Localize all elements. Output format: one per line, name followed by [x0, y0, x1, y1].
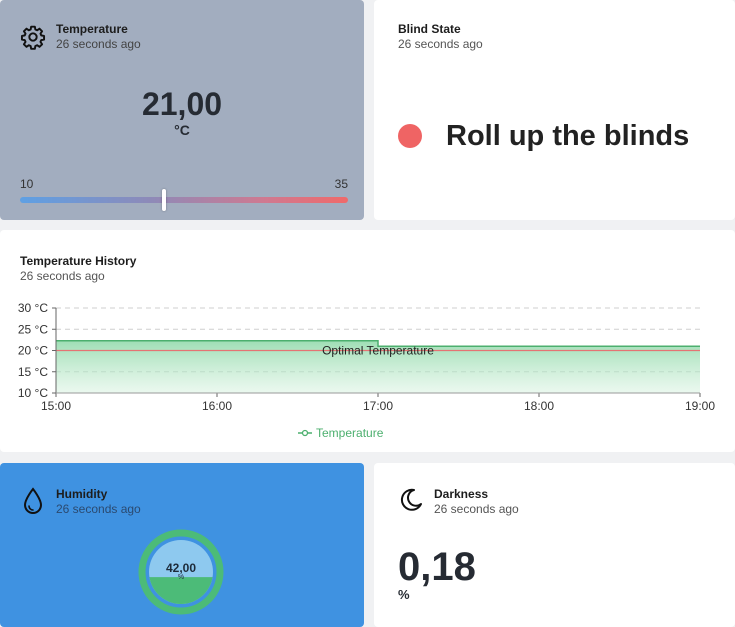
darkness-header: Darkness 26 seconds ago [434, 487, 519, 516]
humidity-card[interactable]: Humidity 26 seconds ago 42,00 % [0, 463, 364, 627]
x-tick-label: 19:00 [685, 399, 715, 413]
status-indicator-dot [398, 124, 422, 148]
temperature-history-card[interactable]: Temperature History 26 seconds ago 10 °C… [0, 230, 735, 452]
x-tick-label: 15:00 [41, 399, 71, 413]
humidity-updated: 26 seconds ago [56, 502, 141, 516]
x-tick-label: 17:00 [363, 399, 393, 413]
y-tick-label: 30 °C [18, 301, 48, 315]
y-tick-label: 15 °C [18, 365, 48, 379]
gear-icon [20, 25, 46, 50]
humidity-unit: % [177, 574, 185, 581]
y-tick-label: 20 °C [18, 344, 48, 358]
legend-swatch-marker [301, 429, 309, 437]
darkness-title: Darkness [434, 487, 489, 501]
humidity-header: Humidity 26 seconds ago [56, 487, 141, 516]
threshold-label: Optimal Temperature [322, 344, 434, 358]
temperature-title: Temperature [56, 22, 128, 36]
blind-title: Blind State [398, 22, 461, 36]
temperature-unit: °C [174, 122, 190, 138]
humidity-title: Humidity [56, 487, 108, 501]
y-tick-label: 25 °C [18, 322, 48, 336]
temperature-slider-track[interactable] [20, 197, 348, 203]
temperature-header: Temperature 26 seconds ago [56, 22, 141, 51]
slider-min-label: 10 [20, 177, 34, 191]
temperature-history-chart: 10 °C 15 °C 20 °C 25 °C 30 °C 15:00 16:00 17:00… [18, 301, 715, 440]
blind-status-text: Roll up the blinds [446, 120, 690, 152]
humidity-value: 42,00 [165, 561, 197, 575]
temperature-value: 21,00 [141, 86, 223, 122]
darkness-unit: % [398, 587, 410, 602]
x-tick-label: 18:00 [524, 399, 554, 413]
temperature-card[interactable]: Temperature 26 seconds ago 21,00 °C 10 3… [0, 0, 364, 220]
water-drop-icon [23, 487, 43, 514]
darkness-value: 0,18 [398, 545, 476, 589]
temperature-updated: 26 seconds ago [56, 37, 141, 51]
blind-header: Blind State 26 seconds ago [398, 22, 483, 51]
moon-icon [400, 488, 422, 511]
blind-state-card[interactable]: Blind State 26 seconds ago Roll up the b… [374, 0, 735, 220]
blind-updated: 26 seconds ago [398, 37, 483, 51]
slider-max-label: 35 [334, 177, 348, 191]
darkness-updated: 26 seconds ago [434, 502, 519, 516]
x-tick-label: 16:00 [202, 399, 232, 413]
temperature-slider-thumb[interactable] [162, 189, 167, 211]
y-tick-label: 10 °C [18, 386, 48, 400]
darkness-card[interactable]: Darkness 26 seconds ago 0,18 % [374, 463, 735, 627]
legend-label[interactable]: Temperature [316, 426, 384, 440]
